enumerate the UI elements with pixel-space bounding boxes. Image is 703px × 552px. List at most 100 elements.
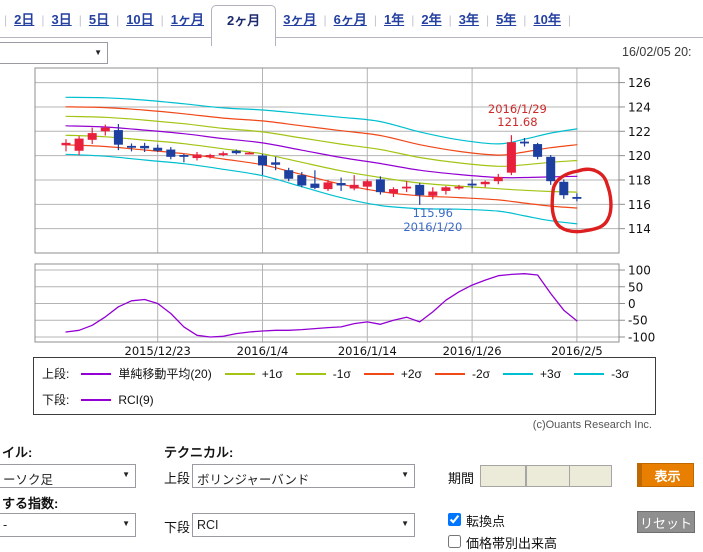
- legend-lower-label: 下段:: [42, 391, 69, 408]
- legend-line-swatch: [364, 373, 394, 375]
- legend-entry: +1σ: [225, 365, 283, 382]
- svg-text:118: 118: [628, 173, 651, 187]
- tab-period-3日[interactable]: 3日: [44, 3, 78, 37]
- chart-style-select-value: ーソク足: [3, 469, 53, 488]
- svg-text:2016/1/14: 2016/1/14: [338, 344, 397, 357]
- tab-separator: |: [568, 3, 571, 37]
- tab-period-5日[interactable]: 5日: [82, 3, 116, 37]
- tab-period-2ヶ月[interactable]: 2ヶ月: [211, 5, 276, 46]
- legend-entry-label: +1σ: [262, 367, 283, 381]
- compare-index-select[interactable]: - ▼: [0, 513, 136, 537]
- period-input-2[interactable]: [526, 465, 571, 487]
- chart-style-select[interactable]: ーソク足 ▼: [0, 464, 136, 488]
- legend-entry-label: -3σ: [611, 367, 629, 381]
- legend-entry-label: -2σ: [472, 367, 490, 381]
- legend-line-swatch: [296, 373, 326, 375]
- chart-style-label: イル:: [2, 442, 32, 461]
- svg-text:116: 116: [628, 198, 651, 212]
- svg-text:114: 114: [628, 222, 651, 236]
- lower-indicator-select-value: RCI: [197, 518, 219, 532]
- legend-line-swatch: [574, 373, 604, 375]
- show-button[interactable]: 表示: [637, 463, 694, 487]
- svg-text:2016/1/4: 2016/1/4: [237, 344, 289, 357]
- tab-period-3年[interactable]: 3年: [452, 3, 486, 37]
- compare-index-label: する指数:: [2, 493, 58, 512]
- chevron-down-icon: ▼: [94, 48, 102, 57]
- legend-entry: RCI(9): [81, 393, 153, 407]
- upper-row-label: 上段: [164, 468, 190, 487]
- svg-text:2015/12/23: 2015/12/23: [125, 344, 191, 357]
- legend-entry-label: +2σ: [401, 367, 422, 381]
- svg-text:50: 50: [628, 280, 643, 294]
- legend-entry: +2σ: [364, 365, 422, 382]
- period-tab-strip: |2日|3日|5日|10日|1ヶ月2ヶ月3ヶ月|6ヶ月|1年|2年|3年|5年|…: [0, 0, 703, 37]
- price-by-volume-checkbox-label: 価格帯別出来高: [466, 533, 557, 552]
- tab-period-10日[interactable]: 10日: [119, 3, 160, 37]
- price-by-volume-checkbox[interactable]: [448, 535, 461, 548]
- reset-button[interactable]: リセット: [637, 511, 695, 533]
- svg-text:2016/2/5: 2016/2/5: [551, 344, 603, 357]
- legend-line-swatch: [503, 373, 533, 375]
- compare-index-select-value: -: [3, 518, 7, 532]
- svg-text:0: 0: [628, 297, 636, 311]
- svg-text:124: 124: [628, 100, 651, 114]
- lower-indicator-select[interactable]: RCI ▼: [192, 513, 415, 537]
- legend-entry: -1σ: [296, 365, 351, 382]
- chevron-down-icon: ▼: [122, 519, 130, 528]
- chevron-down-icon: ▼: [401, 470, 409, 479]
- legend-entry: 単純移動平均(20): [81, 365, 211, 382]
- legend-line-swatch: [225, 373, 255, 375]
- tab-period-1年[interactable]: 1年: [377, 3, 411, 37]
- tab-period-10年[interactable]: 10年: [526, 3, 567, 37]
- legend-entry: +3σ: [503, 365, 561, 382]
- tenkanten-checkbox[interactable]: [448, 513, 461, 526]
- tenkanten-checkbox-label: 転換点: [466, 511, 505, 530]
- technical-label: テクニカル:: [164, 442, 233, 461]
- chevron-down-icon: ▼: [122, 470, 130, 479]
- legend-upper-label: 上段:: [42, 365, 69, 382]
- tab-period-2年[interactable]: 2年: [414, 3, 448, 37]
- period-input-1[interactable]: [480, 465, 526, 487]
- legend-upper-row: 上段: 単純移動平均(20) +1σ -1σ +2σ -2σ +3σ -3σ: [42, 365, 642, 382]
- legend-entry: -3σ: [574, 365, 629, 382]
- tab-period-3ヶ月[interactable]: 3ヶ月: [276, 3, 323, 37]
- period-label: 期間: [448, 468, 474, 487]
- legend-line-swatch: [81, 373, 111, 375]
- legend-lower-entries: RCI(9): [81, 393, 166, 407]
- svg-text:-50: -50: [628, 314, 648, 328]
- legend-entry-label: -1σ: [333, 367, 351, 381]
- period-input-3[interactable]: [569, 465, 612, 487]
- svg-text:-100: -100: [628, 330, 655, 344]
- tab-period-1ヶ月[interactable]: 1ヶ月: [164, 3, 211, 37]
- svg-text:100: 100: [628, 264, 651, 278]
- legend-entry-label: RCI(9): [118, 393, 153, 407]
- copyright-text: (c)Ouants Research Inc.: [510, 419, 652, 431]
- legend-entry: -2σ: [435, 365, 490, 382]
- tab-period-5年[interactable]: 5年: [489, 3, 523, 37]
- chevron-down-icon: ▼: [401, 519, 409, 528]
- svg-text:122: 122: [628, 125, 651, 139]
- legend-line-swatch: [435, 373, 465, 375]
- period-tab-bar: |2日|3日|5日|10日|1ヶ月2ヶ月3ヶ月|6ヶ月|1年|2年|3年|5年|…: [0, 0, 703, 38]
- tab-period-2日[interactable]: 2日: [7, 3, 41, 37]
- lower-row-label: 下段: [164, 517, 190, 536]
- legend-line-swatch: [81, 399, 111, 401]
- svg-text:115.96: 115.96: [413, 206, 453, 220]
- legend-box: 上段: 単純移動平均(20) +1σ -1σ +2σ -2σ +3σ -3σ 下段: RCI…: [33, 357, 656, 415]
- svg-text:121.68: 121.68: [497, 115, 537, 129]
- svg-text:2016/1/26: 2016/1/26: [443, 344, 502, 357]
- upper-indicator-select[interactable]: ボリンジャーバンド ▼: [192, 464, 415, 488]
- legend-upper-entries: 単純移動平均(20) +1σ -1σ +2σ -2σ +3σ -3σ: [81, 365, 642, 382]
- svg-text:2016/1/20: 2016/1/20: [403, 220, 462, 234]
- legend-lower-row: 下段: RCI(9): [42, 391, 167, 408]
- svg-text:2016/1/29: 2016/1/29: [488, 102, 547, 116]
- legend-entry-label: +3σ: [540, 367, 561, 381]
- quote-timestamp: 16/02/05 20:: [622, 45, 692, 59]
- price-chart-canvas: 126 124 122 120 118 116 114 100 50 0 -50 -100 2015/1…: [0, 60, 703, 357]
- svg-text:126: 126: [628, 76, 651, 90]
- chart-app: |2日|3日|5日|10日|1ヶ月2ヶ月3ヶ月|6ヶ月|1年|2年|3年|5年|…: [0, 0, 703, 539]
- svg-text:120: 120: [628, 149, 651, 163]
- tab-period-6ヶ月[interactable]: 6ヶ月: [327, 3, 374, 37]
- legend-entry-label: 単純移動平均(20): [118, 365, 211, 382]
- upper-indicator-select-value: ボリンジャーバンド: [197, 469, 309, 488]
